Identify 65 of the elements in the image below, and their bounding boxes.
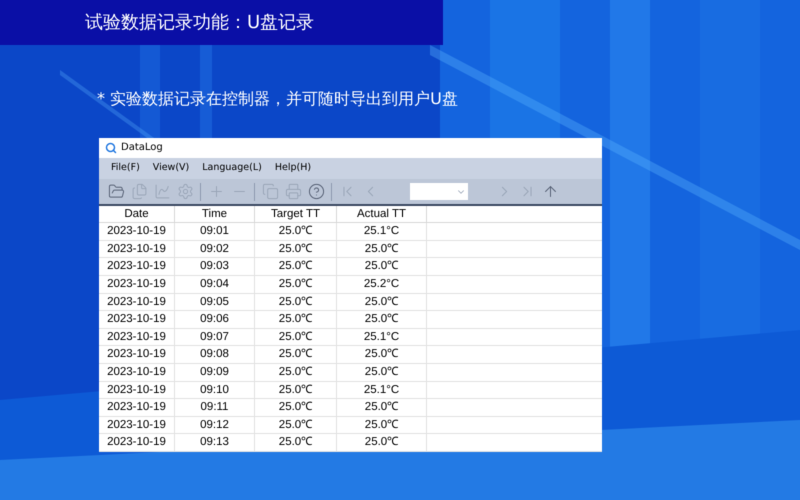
- magnifier-icon: [105, 142, 117, 154]
- table-cell: 25.0℃: [255, 311, 337, 328]
- table-cell: 2023-10-19: [99, 223, 175, 240]
- table-cell: 25.1°C: [337, 382, 427, 398]
- table-cell: 25.0℃: [255, 364, 337, 381]
- table-cell: 25.1°C: [337, 223, 427, 240]
- table-cell: 25.0℃: [337, 399, 427, 416]
- menu-item[interactable]: File(F): [111, 161, 140, 176]
- table-cell: 2023-10-19: [99, 258, 175, 276]
- table-cell: 09:10: [175, 382, 255, 398]
- table-cell: 09:02: [175, 240, 255, 258]
- table-cell: 2023-10-19: [99, 240, 175, 258]
- table-cell: 25.0℃: [255, 258, 337, 276]
- table-cell: 25.0℃: [255, 416, 337, 434]
- table-cell: 2023-10-19: [99, 328, 175, 346]
- column-header[interactable]: Actual TT: [337, 206, 427, 222]
- slide-note: * 实验数据记录在控制器，并可随时导出到用户U盘: [97, 89, 458, 108]
- table-cell: 25.0℃: [337, 416, 427, 434]
- table-cell: 09:03: [175, 258, 255, 276]
- table-cell: 25.0℃: [255, 399, 337, 416]
- table-cell: 25.0℃: [255, 294, 337, 310]
- table-cell: 2023-10-19: [99, 434, 175, 451]
- table-cell: 25.0℃: [337, 364, 427, 381]
- table-cell: 2023-10-19: [99, 399, 175, 416]
- table-cell: 09:13: [175, 434, 255, 451]
- table-cell: 25.0℃: [337, 434, 427, 451]
- table-cell: 09:12: [175, 416, 255, 434]
- table-cell: 2023-10-19: [99, 416, 175, 434]
- table-cell: 09:05: [175, 294, 255, 310]
- table-cell: 25.0℃: [255, 434, 337, 451]
- column-header[interactable]: Time: [175, 206, 255, 222]
- slide-title: 试验数据记录功能：U盘记录: [85, 11, 314, 35]
- table-cell: 2023-10-19: [99, 382, 175, 398]
- table-cell: 09:06: [175, 311, 255, 328]
- table-cell: 09:11: [175, 399, 255, 416]
- table-cell: 25.0℃: [337, 311, 427, 328]
- page-dropdown[interactable]: [410, 183, 468, 200]
- table-cell: 2023-10-19: [99, 346, 175, 364]
- table-cell: 25.1°C: [337, 328, 427, 346]
- table-cell: 2023-10-19: [99, 276, 175, 293]
- menu-item[interactable]: View(V): [152, 161, 190, 176]
- table-cell: 2023-10-19: [99, 294, 175, 310]
- table-cell: 09:09: [175, 364, 255, 381]
- column-header[interactable]: Target TT: [255, 206, 337, 222]
- menu-item[interactable]: Help(H): [274, 161, 312, 176]
- table-cell: 25.0℃: [255, 223, 337, 240]
- column-header[interactable]: Date: [99, 206, 175, 222]
- table-cell: 2023-10-19: [99, 311, 175, 328]
- table-cell: 25.0℃: [255, 240, 337, 258]
- table-cell: 09:07: [175, 328, 255, 346]
- table-cell: 25.0℃: [255, 328, 337, 346]
- menu-item[interactable]: Language(L): [202, 161, 262, 176]
- table-cell: 2023-10-19: [99, 364, 175, 381]
- table-cell: 25.0℃: [337, 346, 427, 364]
- table-cell: 09:04: [175, 276, 255, 293]
- table-cell: 25.0℃: [255, 276, 337, 293]
- table-cell: 25.0℃: [255, 346, 337, 364]
- table-cell: 09:08: [175, 346, 255, 364]
- table-cell: 25.0℃: [255, 382, 337, 398]
- window-title: DataLog: [121, 141, 163, 156]
- table-cell: 25.2°C: [337, 276, 427, 293]
- table-cell: 25.0℃: [337, 240, 427, 258]
- table-cell: 09:01: [175, 223, 255, 240]
- table-cell: 25.0℃: [337, 258, 427, 276]
- table-cell: 25.0℃: [337, 294, 427, 310]
